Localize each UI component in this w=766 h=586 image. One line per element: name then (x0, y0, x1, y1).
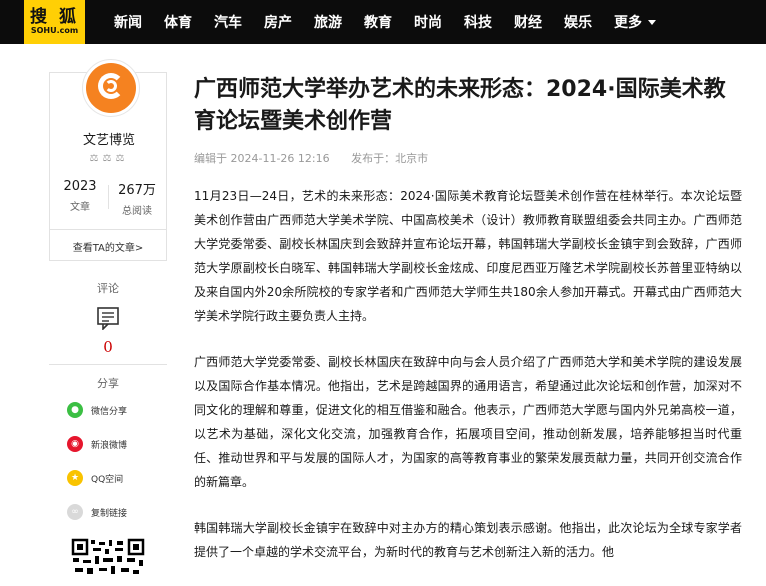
nav-item-news[interactable]: 新闻 (114, 12, 142, 32)
copy-link-label: 复制链接 (91, 508, 128, 519)
nav-more-label: 更多 (614, 15, 642, 31)
nav-item-house[interactable]: 房产 (264, 12, 292, 32)
nav-more-menu[interactable]: 更多 (614, 12, 656, 32)
article-title: 广西师范大学举办艺术的未来形态：2024·国际美术教育论坛暨美术创作营 (194, 77, 726, 134)
author-name[interactable]: 文艺博览 (50, 129, 168, 148)
share-weibo-label: 新浪微博 (91, 440, 128, 451)
views-count: 267万 (118, 183, 156, 198)
stat-views: 267万 总阅读 (112, 179, 162, 217)
nav-item-auto[interactable]: 汽车 (214, 12, 242, 32)
logo-text-en: SOHU.com (30, 26, 79, 35)
view-author-articles-link[interactable]: 查看TA的文章> (50, 239, 166, 254)
sohu-logo[interactable]: 搜 狐 SOHU.com (24, 0, 85, 44)
nav-item-education[interactable]: 教育 (364, 12, 392, 32)
card-divider (50, 229, 166, 230)
chevron-down-icon (648, 19, 656, 25)
stat-articles: 2023 文章 (55, 179, 105, 213)
article-body: 11月23日—24日，艺术的未来形态：2024·国际美术教育论坛暨美术创作营在桂… (194, 184, 742, 586)
wechat-icon: ● (67, 402, 83, 418)
article-paragraph: 韩国韩瑞大学副校长金镇宇在致辞中对主办方的精心策划表示感谢。他指出，此次论坛为全… (194, 521, 742, 559)
nav-item-travel[interactable]: 旅游 (314, 12, 342, 32)
author-avatar[interactable] (82, 59, 140, 117)
main-nav: 新闻 体育 汽车 房产 旅游 教育 时尚 科技 财经 娱乐 更多 (114, 0, 678, 44)
weibo-icon: ◉ (67, 436, 83, 452)
nav-item-tech[interactable]: 科技 (464, 12, 492, 32)
nav-item-entertainment[interactable]: 娱乐 (564, 12, 592, 32)
share-wechat-label: 微信分享 (91, 406, 128, 417)
article-meta: 编辑于 2024-11-26 12:16 发布于：北京市 (194, 150, 446, 166)
qr-code-icon (71, 538, 145, 576)
nav-item-finance[interactable]: 财经 (514, 12, 542, 32)
share-wechat-button[interactable]: ● 微信分享 (67, 400, 127, 420)
comment-count[interactable]: 0 (49, 338, 167, 356)
stat-divider (108, 185, 109, 209)
comment-icon[interactable] (96, 306, 120, 330)
share-weibo-button[interactable]: ◉ 新浪微博 (67, 434, 127, 454)
side-divider (49, 364, 167, 365)
articles-label: 文章 (70, 202, 90, 213)
logo-text-cn: 搜 狐 (30, 7, 79, 27)
comments-label: 评论 (97, 282, 119, 295)
edit-time: 编辑于 2024-11-26 12:16 (194, 152, 330, 165)
share-qzone-button[interactable]: ★ QQ空间 (67, 468, 123, 488)
share-label: 分享 (97, 377, 119, 390)
articles-count: 2023 (63, 179, 97, 194)
nav-item-sports[interactable]: 体育 (164, 12, 192, 32)
article-paragraph: 11月23日—24日，艺术的未来形态：2024·国际美术教育论坛暨美术创作营在桂… (194, 189, 742, 323)
link-icon: ∞ (67, 504, 83, 520)
author-logo-icon (86, 63, 136, 113)
publish-location: 发布于：北京市 (351, 152, 429, 165)
top-nav-bar: 搜 狐 SOHU.com 新闻 体育 汽车 房产 旅游 教育 时尚 科技 财经 … (0, 0, 766, 44)
views-label: 总阅读 (122, 206, 152, 217)
copy-link-button[interactable]: ∞ 复制链接 (67, 502, 127, 522)
author-badges-icon: ⚖⚖⚖ (89, 153, 129, 164)
author-card: 文艺博览 ⚖⚖⚖ 2023 文章 267万 总阅读 查看TA的文章> (49, 59, 168, 261)
article-paragraph: 广西师范大学党委常委、副校长林国庆在致辞中向与会人员介绍了广西师范大学和美术学院… (194, 355, 742, 489)
share-qzone-label: QQ空间 (91, 474, 124, 485)
qzone-icon: ★ (67, 470, 83, 486)
nav-item-fashion[interactable]: 时尚 (414, 12, 442, 32)
